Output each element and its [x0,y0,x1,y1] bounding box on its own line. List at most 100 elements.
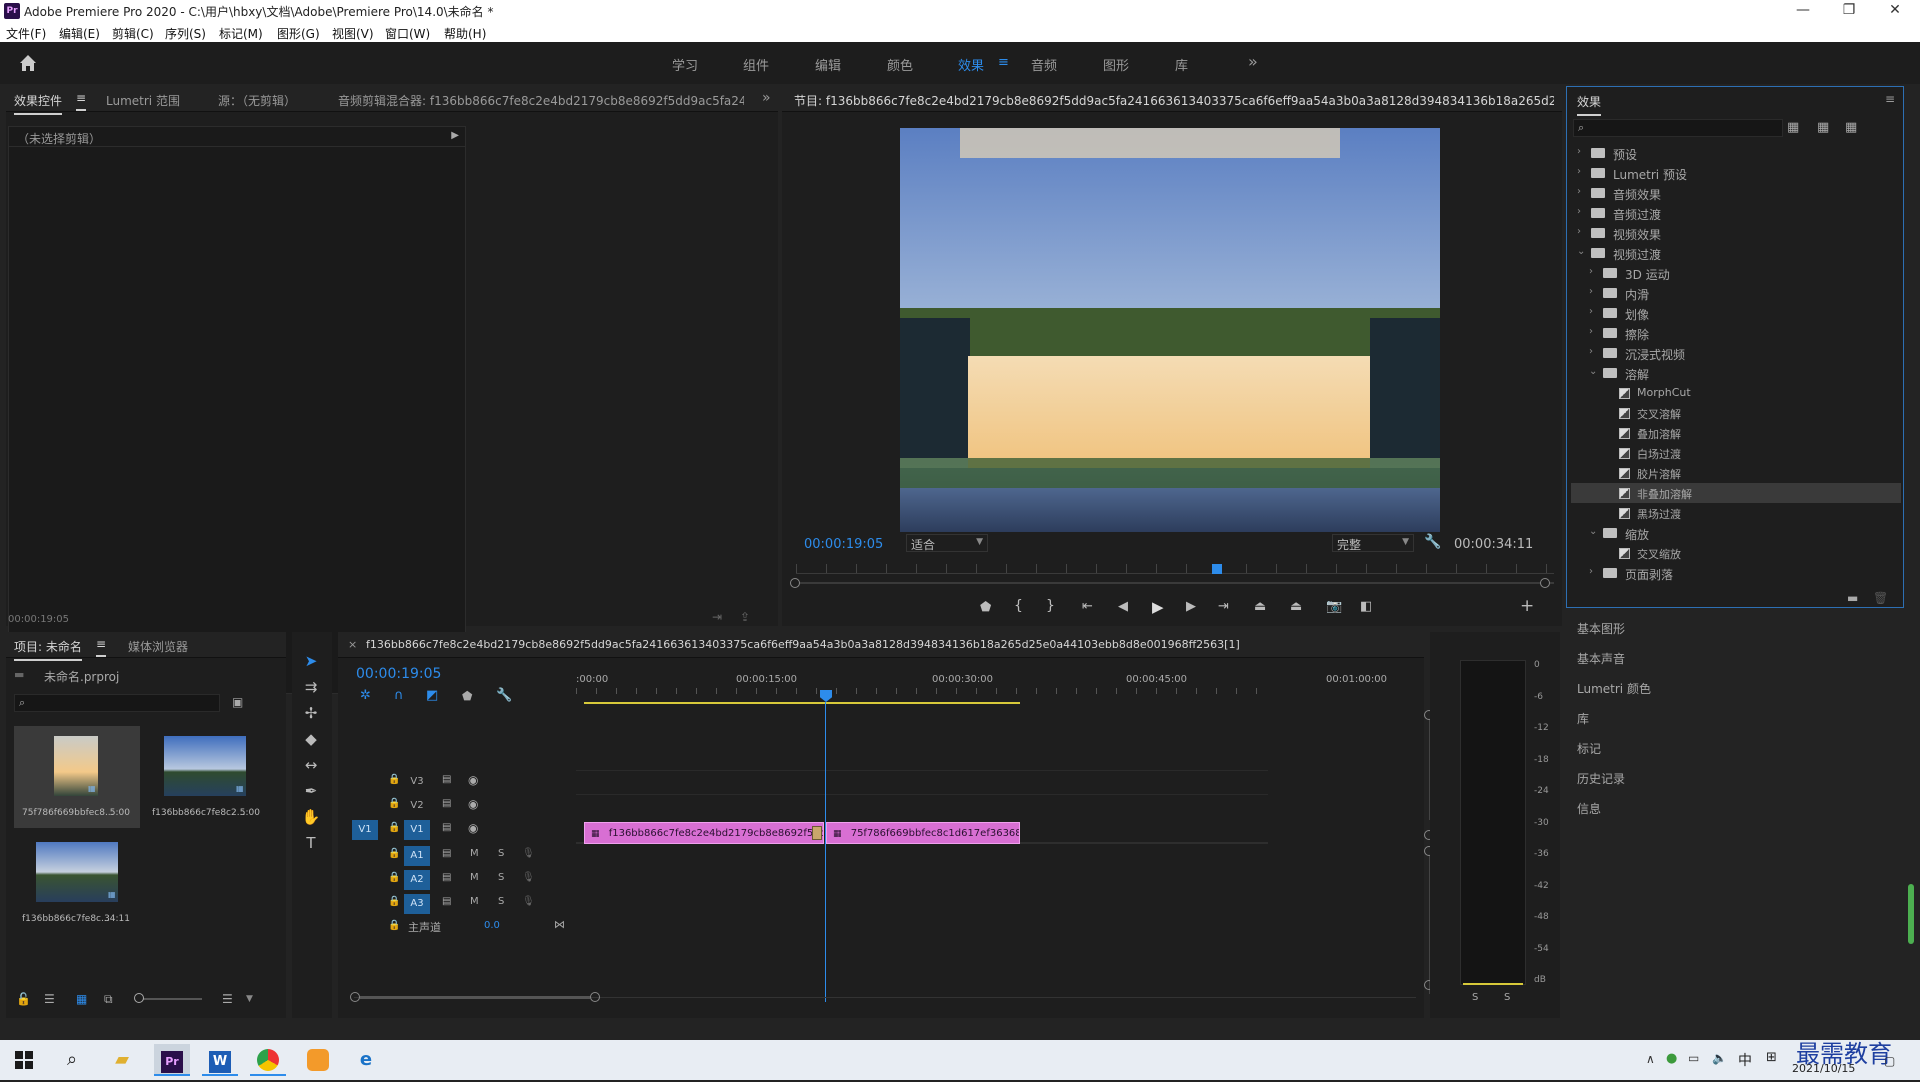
word-taskbar-icon[interactable]: W [202,1044,238,1076]
microphone-icon[interactable]: 🎙 [522,848,535,859]
maximize-button[interactable]: ❐ [1826,0,1872,22]
eye-icon[interactable]: ◉ [468,797,478,811]
sync-lock-icon[interactable]: ▤ [442,896,451,907]
tray-expand-icon[interactable]: ∧ [1646,1052,1655,1066]
chevron-right-icon[interactable]: › [1589,326,1593,337]
wrench-icon[interactable]: 🔧 [1424,534,1441,550]
snap-icon[interactable]: ∩ [394,688,404,703]
effects-folder[interactable]: ⌄ 缩放 [1571,523,1901,543]
effect-item[interactable]: MorphCut [1571,383,1901,403]
chevron-right-icon[interactable]: › [1577,206,1581,217]
lock-icon[interactable]: 🔒 [388,774,400,785]
tray-app-icon[interactable]: ● [1666,1051,1677,1066]
project-item[interactable]: ▦ f136bb866c7fe8c2... 5:00 [144,726,270,828]
chevron-down-icon[interactable]: ⌄ [1589,526,1597,537]
chevron-right-icon[interactable]: › [1589,346,1593,357]
keyboard-icon[interactable]: ⊞ [1766,1050,1777,1065]
play-icon[interactable]: ▶ [1152,598,1164,616]
go-to-end-icon[interactable]: ⋈ [554,918,565,931]
track-target-a1[interactable]: A1 [404,846,430,866]
program-zoom-bar[interactable] [796,582,1554,584]
effects-panel-menu-icon[interactable]: ≡ [1885,92,1895,106]
solo-right-button[interactable]: S [1504,992,1510,1003]
mute-button[interactable]: M [470,848,479,859]
track-target-v3[interactable]: V3 [404,772,430,792]
master-volume-value[interactable]: 0.0 [484,920,500,931]
mark-out-icon[interactable]: } [1046,598,1055,614]
lock-icon[interactable]: 🔒 [388,848,400,859]
project-menu-icon[interactable]: ≡ [96,637,107,657]
minimize-button[interactable]: — [1780,0,1826,22]
marker-icon[interactable]: ⬟ [462,689,472,703]
ime-indicator[interactable]: 中 [1738,1050,1752,1070]
workspace-effects[interactable]: 效果 [958,55,984,74]
menu-view[interactable]: 视图(V) [332,25,374,42]
step-forward-icon[interactable]: ▶ [1186,599,1196,614]
home-icon[interactable] [16,51,40,75]
zoom-start-handle[interactable] [790,578,800,588]
linked-selection-icon[interactable]: ◩ [426,688,438,703]
camera-icon[interactable]: 📷 [1326,599,1342,614]
workspace-audio[interactable]: 音频 [1031,55,1057,74]
go-to-in-icon[interactable]: ⇤ [1082,599,1093,614]
sort-icon[interactable]: ☰ [222,992,233,1006]
effects-folder[interactable]: › 预设 [1571,143,1901,163]
volume-slider[interactable] [1908,884,1914,944]
mark-in-icon[interactable]: { [1014,598,1023,614]
go-to-out-icon[interactable]: ⇥ [1218,599,1229,614]
lift-icon[interactable]: ⏏ [1254,599,1266,614]
section-lumetri-color[interactable]: Lumetri 颜色 [1577,674,1917,702]
section-history[interactable]: 历史记录 [1577,764,1917,792]
timeline-playhead-line[interactable] [825,702,826,1002]
timeline-clip[interactable]: ▦ f136bb866c7fe8c2e4bd2179cb8e8692f5dd9a… [584,822,824,844]
tab-project[interactable]: 项目: 未命名 [14,638,82,661]
horizontal-scroll-thumb[interactable] [360,996,590,999]
time-ruler[interactable]: :00:00 00:00:15:00 00:00:30:00 00:00:45:… [576,672,1266,696]
source-patch-v1[interactable]: V1 [352,820,378,840]
effects-folder[interactable]: ⌄ 视频过渡 [1571,243,1901,263]
solo-button[interactable]: S [498,872,504,883]
sync-lock-icon[interactable]: ▤ [442,872,451,883]
mute-button[interactable]: M [470,872,479,883]
chevron-right-icon[interactable]: › [1577,186,1581,197]
menu-file[interactable]: 文件(F) [6,25,46,42]
yuv-effects-icon[interactable]: ▦ [1845,120,1857,135]
section-essential-sound[interactable]: 基本声音 [1577,644,1917,672]
effects-folder[interactable]: › 音频效果 [1571,183,1901,203]
expand-arrow-icon[interactable]: ▶ [451,130,459,141]
menu-clip[interactable]: 剪辑(C) [112,25,154,42]
project-search-input[interactable]: ⌕ [14,694,220,712]
chevron-down-icon[interactable]: ⌄ [1589,366,1597,377]
hand-tool-icon[interactable]: ✋ [300,806,322,828]
menu-window[interactable]: 窗口(W) [385,25,430,42]
effects-folder[interactable]: › Lumetri 预设 [1571,163,1901,183]
pen-tool-icon[interactable]: ✒ [300,780,322,802]
work-area-bar[interactable] [584,702,1020,704]
menu-edit[interactable]: 编辑(E) [59,25,100,42]
workspace-learn[interactable]: 学习 [672,55,698,74]
menu-sequence[interactable]: 序列(S) [165,25,206,42]
premiere-taskbar-icon[interactable]: Pr [154,1044,190,1076]
chevron-right-icon[interactable]: › [1577,166,1581,177]
effects-folder[interactable]: › 擦除 [1571,323,1901,343]
file-explorer-icon[interactable]: ▰ [104,1044,140,1076]
sync-lock-icon[interactable]: ▤ [442,848,451,859]
chevron-right-icon[interactable]: › [1589,566,1593,577]
close-sequence-icon[interactable]: × [348,638,357,651]
delete-icon[interactable]: 🗑 [1873,591,1888,605]
slip-tool-icon[interactable]: ↔ [300,754,322,776]
panel-overflow-icon[interactable]: » [762,90,771,106]
chrome-taskbar-icon[interactable] [250,1044,286,1076]
nest-icon[interactable]: ✲ [360,688,371,703]
more-workspaces-icon[interactable]: » [1248,52,1258,71]
lock-icon[interactable]: 🔒 [388,798,400,809]
effect-item[interactable]: 白场过渡 [1571,443,1901,463]
effects-folder[interactable]: › 页面剥落 [1571,563,1901,583]
icon-view-icon[interactable]: ▦ [76,992,87,1006]
filter-icon[interactable]: ⇥ [712,610,722,624]
new-bin-icon[interactable]: ▬ [1847,591,1858,605]
effect-item[interactable]: 黑场过渡 [1571,503,1901,523]
program-video-frame[interactable] [900,128,1440,532]
workspace-libraries[interactable]: 库 [1175,55,1188,74]
fit-dropdown[interactable]: 适合 ▼ [906,534,988,552]
